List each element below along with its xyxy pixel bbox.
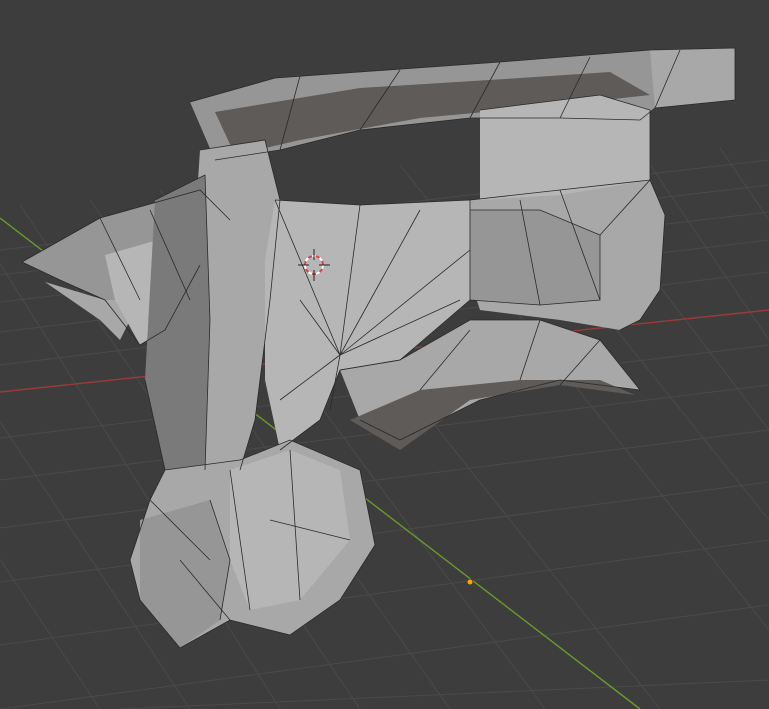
object-origin-icon [466, 578, 474, 586]
viewport-canvas[interactable] [0, 0, 769, 709]
mesh-object[interactable] [21, 47, 736, 649]
3d-viewport[interactable] [0, 0, 769, 709]
